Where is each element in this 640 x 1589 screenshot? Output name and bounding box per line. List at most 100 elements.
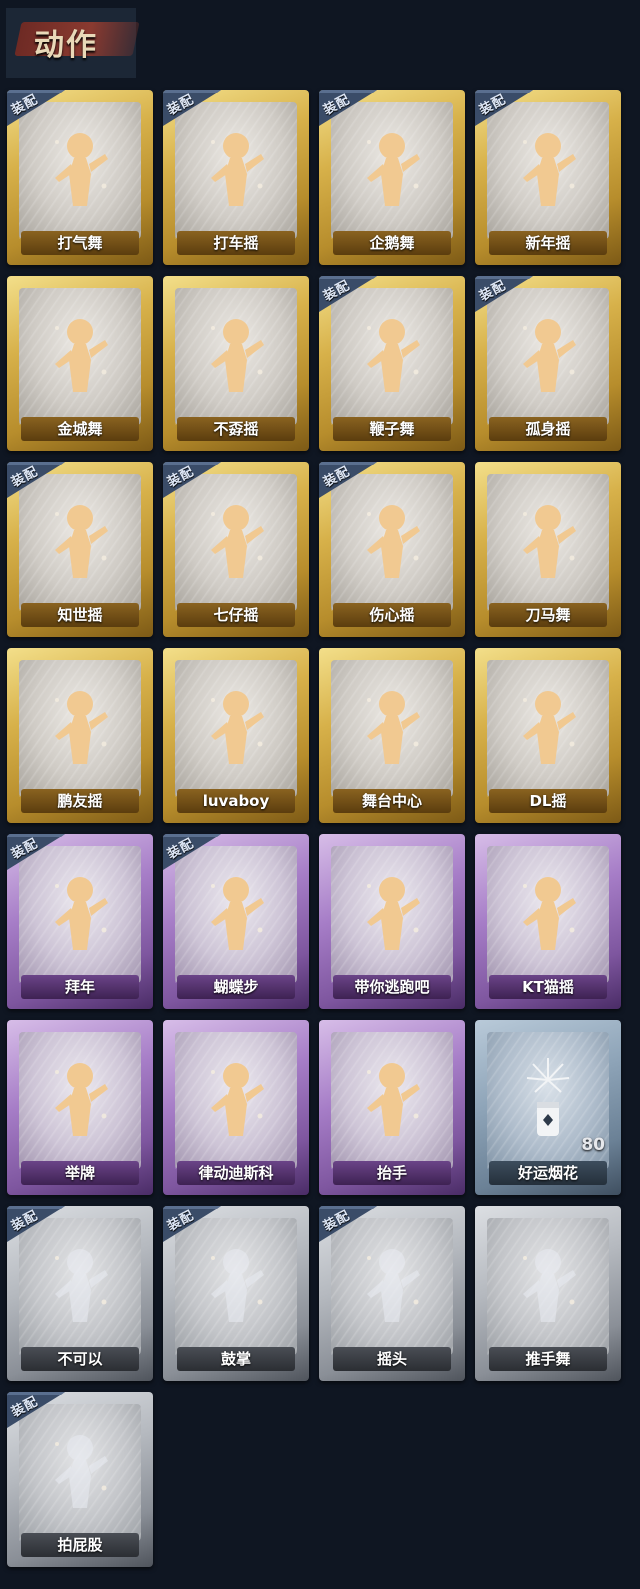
emote-name: 舞台中心 [361, 792, 422, 810]
emote-card[interactable]: 七仔摇 装配 [163, 462, 309, 637]
emote-card[interactable]: 知世摇 装配 [7, 462, 153, 637]
emote-card[interactable]: 律动迪斯科 [163, 1020, 309, 1195]
emote-card[interactable]: 80 好运烟花 [475, 1020, 621, 1195]
dance-figure-icon [515, 492, 581, 592]
emote-card[interactable]: 金城舞 [7, 276, 153, 451]
emote-name: 七仔摇 [213, 606, 259, 624]
dance-figure-icon [515, 120, 581, 220]
emote-name: DL摇 [529, 792, 567, 810]
push-hands-icon [515, 1236, 581, 1336]
dance-figure-icon [203, 864, 269, 964]
equipped-badge: 装配 [319, 462, 377, 500]
emote-name: 伤心摇 [369, 606, 415, 624]
emote-name: 鹏友摇 [57, 792, 103, 810]
emote-card[interactable]: 企鹅舞 装配 [319, 90, 465, 265]
equipped-badge: 装配 [475, 90, 533, 128]
emote-name: 拍屁股 [57, 1536, 103, 1554]
finger-wag-icon [47, 1236, 113, 1336]
dance-figure-icon [515, 864, 581, 964]
sign-holder-icon [47, 1050, 113, 1150]
emote-card[interactable]: 新年摇 装配 [475, 90, 621, 265]
emote-name: 刀马舞 [525, 606, 571, 624]
raise-hand-icon [359, 1050, 425, 1150]
firework-icon [515, 1050, 581, 1150]
emote-card[interactable]: 推手舞 [475, 1206, 621, 1381]
emote-card[interactable]: 拍屁股 装配 [7, 1392, 153, 1567]
emote-card[interactable]: 打气舞 装配 [7, 90, 153, 265]
equipped-badge: 装配 [319, 1206, 377, 1244]
dance-figure-icon [359, 678, 425, 778]
shake-head-icon [359, 1236, 425, 1336]
clap-icon [203, 1236, 269, 1336]
emote-card[interactable]: 舞台中心 [319, 648, 465, 823]
disco-figure-icon [203, 1050, 269, 1150]
emote-card[interactable]: 摇头 装配 [319, 1206, 465, 1381]
item-count: 80 [581, 1135, 605, 1155]
dance-figure-icon [47, 306, 113, 406]
dance-figure-icon [359, 864, 425, 964]
emote-name: 鞭子舞 [369, 420, 415, 438]
emote-name: 打车摇 [213, 234, 259, 252]
emote-grid: 打气舞 装配 打车摇 装配 企鹅舞 装配 新年摇 装配 金城舞 不孬摇 鞭子舞 装配 孤身摇 装配 知世摇装… [0, 0, 640, 1589]
emote-name: 企鹅舞 [369, 234, 415, 252]
dance-figure-icon [47, 678, 113, 778]
emote-card[interactable]: 刀马舞 [475, 462, 621, 637]
emote-name: 孤身摇 [525, 420, 571, 438]
dance-figure-icon [203, 120, 269, 220]
emote-name: 摇头 [376, 1350, 407, 1368]
emote-name: 抬手 [376, 1164, 407, 1182]
emote-card[interactable]: DL摇 [475, 648, 621, 823]
emote-name: 好运烟花 [517, 1164, 578, 1182]
emote-card[interactable]: 鼓掌 装配 [163, 1206, 309, 1381]
emote-name: 律动迪斯科 [198, 1164, 274, 1182]
bow-figure-icon [47, 864, 113, 964]
emote-card[interactable]: 蝴蝶步 装配 [163, 834, 309, 1009]
equipped-badge: 装配 [163, 90, 221, 128]
equipped-badge: 装配 [7, 462, 65, 500]
equipped-badge: 装配 [163, 1206, 221, 1244]
equipped-badge: 装配 [7, 834, 65, 872]
dance-figure-icon [203, 678, 269, 778]
emote-card[interactable]: 抬手 [319, 1020, 465, 1195]
dance-figure-icon [515, 306, 581, 406]
emote-name: 新年摇 [525, 234, 571, 252]
dance-figure-icon [359, 120, 425, 220]
equipped-badge: 装配 [7, 90, 65, 128]
emote-name: 拜年 [64, 978, 95, 996]
emote-card[interactable]: 孤身摇 装配 [475, 276, 621, 451]
emote-name: 蝴蝶步 [213, 978, 259, 996]
emote-name: 打气舞 [57, 234, 103, 252]
emote-name: 知世摇 [57, 606, 103, 624]
emote-name: 金城舞 [57, 420, 103, 438]
emote-card[interactable]: 不孬摇 [163, 276, 309, 451]
dance-figure-icon [47, 120, 113, 220]
heart-hands-figure-icon [359, 492, 425, 592]
equipped-badge: 装配 [319, 276, 377, 314]
emote-card[interactable]: 举牌 [7, 1020, 153, 1195]
equipped-badge: 装配 [163, 462, 221, 500]
dance-figure-icon [359, 306, 425, 406]
emote-name: 推手舞 [525, 1350, 571, 1368]
emote-card[interactable]: KT猫摇 [475, 834, 621, 1009]
emote-card[interactable]: 鹏友摇 [7, 648, 153, 823]
emote-card[interactable]: 拜年 装配 [7, 834, 153, 1009]
equipped-badge: 装配 [163, 834, 221, 872]
equipped-badge: 装配 [7, 1392, 65, 1430]
dance-figure-icon [203, 306, 269, 406]
emote-card[interactable]: 带你逃跑吧 [319, 834, 465, 1009]
equipped-badge: 装配 [319, 90, 377, 128]
slap-figure-icon [47, 1422, 113, 1522]
emote-name: 举牌 [64, 1164, 95, 1182]
emote-name: 鼓掌 [220, 1350, 251, 1368]
dance-figure-icon [203, 492, 269, 592]
emote-card[interactable]: 不可以 装配 [7, 1206, 153, 1381]
emote-card[interactable]: 伤心摇 装配 [319, 462, 465, 637]
emote-card[interactable]: 鞭子舞 装配 [319, 276, 465, 451]
dance-figure-icon [515, 678, 581, 778]
emote-card[interactable]: 打车摇 装配 [163, 90, 309, 265]
equipped-badge: 装配 [475, 276, 533, 314]
emote-name: KT猫摇 [522, 978, 574, 996]
emote-card[interactable]: luvaboy [163, 648, 309, 823]
emote-name: 不可以 [57, 1350, 103, 1368]
equipped-badge: 装配 [7, 1206, 65, 1244]
